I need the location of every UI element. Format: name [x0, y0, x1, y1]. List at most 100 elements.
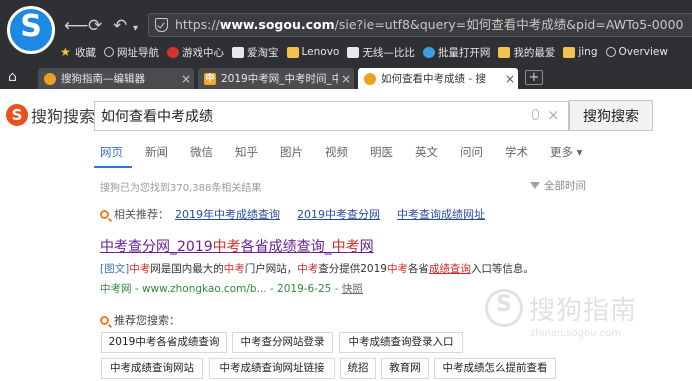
result-meta: 中考网 - www.zhongkao.com/b... - 2019-6-25 …	[100, 281, 363, 296]
tab-title: 搜狗指南—编辑器	[61, 73, 145, 85]
folder-icon	[563, 46, 576, 58]
address-url[interactable]: https://www.sogou.com/sie?ie=utf8&query=…	[175, 16, 684, 34]
undo-icon[interactable]: ↶	[113, 16, 127, 36]
recommend-chip[interactable]: 中考成绩查询网站	[101, 358, 203, 379]
search-box: ×	[94, 101, 569, 131]
desc-highlight: 成绩查询	[428, 263, 471, 275]
page-icon	[347, 46, 360, 58]
tab-medical[interactable]: 明医	[370, 144, 393, 160]
star-icon: ★	[60, 45, 71, 59]
tab-wechat[interactable]: 微信	[190, 144, 213, 160]
desc-highlight: 中考	[386, 263, 408, 275]
tab-strip: ⌂ 搜狗指南—编辑器 × 中 2019中考网_中考时间_中 × 如何查看中考成绩…	[0, 66, 692, 89]
search-input[interactable]	[95, 102, 515, 130]
watermark-text: 搜狗指南	[529, 295, 638, 326]
bookmark-item[interactable]: Lenovo	[286, 46, 339, 58]
tab-scholar[interactable]: 学术	[505, 144, 528, 160]
sogou-logo-icon: S	[6, 104, 28, 126]
tab-wenwen[interactable]: 问问	[460, 144, 483, 160]
close-icon[interactable]: ×	[178, 72, 194, 86]
clear-icon[interactable]: ×	[547, 106, 560, 124]
vertical-tabs: 网页 新闻 微信 知乎 图片 视频 明医 英文 问问 学术 更多 ▾	[100, 144, 604, 160]
tab-title: 如何查看中考成绩 - 搜	[381, 73, 486, 85]
tab-news[interactable]: 新闻	[145, 144, 168, 160]
desc-text: 入口等信息。	[470, 263, 534, 275]
bookmark-item[interactable]: 网址导航	[104, 45, 159, 60]
bookmark-item[interactable]: 批量打开网	[422, 45, 490, 60]
related-link[interactable]: 2019中考查分网	[297, 206, 380, 222]
recommend-label: 推荐您搜索：	[114, 314, 180, 327]
address-bar[interactable]: https://www.sogou.com/sie?ie=utf8&query=…	[148, 13, 692, 37]
desc-text: 各省	[407, 263, 429, 275]
bookmark-item[interactable]: 游戏中心	[167, 45, 224, 60]
refresh-icon[interactable]: ⟳	[88, 16, 102, 36]
tab-sogou-guide-editor[interactable]: 搜狗指南—编辑器 ×	[38, 68, 194, 89]
globe-icon	[104, 47, 114, 57]
microphone-icon[interactable]	[532, 109, 539, 120]
recommend-heading: 推荐您搜索：	[100, 312, 180, 328]
bookmark-item[interactable]: 爱淘宝	[232, 45, 279, 60]
active-tab-underline	[94, 166, 132, 168]
home-icon[interactable]: ⌂	[8, 69, 17, 85]
tab-web[interactable]: 网页	[100, 144, 123, 160]
recommend-chip[interactable]: 中考成绩怎么提前查看	[434, 358, 556, 379]
related-link[interactable]: 中考查询成绩网址	[397, 206, 485, 222]
close-icon[interactable]: ×	[338, 72, 354, 86]
related-label: 相关推荐：	[114, 208, 169, 221]
desc-text: 查分提供2019	[318, 263, 387, 275]
result-title-link[interactable]: 中考查分网_2019中考各省成绩查询_中考网	[100, 236, 374, 256]
tab-current-search[interactable]: 如何查看中考成绩 - 搜 ×	[358, 68, 518, 89]
time-filter-label: 全部时间	[544, 180, 586, 192]
browser-window: S ⟵ ⟳ ↶ ▾ https://www.sogou.com/sie?ie=u…	[0, 0, 692, 381]
bookmark-item[interactable]: Overview	[605, 46, 668, 58]
recommend-chip[interactable]: 2019中考各省成绩查询	[101, 332, 227, 353]
folder-icon	[286, 46, 299, 58]
search-icon	[100, 209, 109, 219]
recommend-chip[interactable]: 教育网	[381, 358, 429, 379]
game-icon	[167, 46, 179, 58]
desc-text: 网是国内最大的	[150, 263, 224, 275]
new-tab-button[interactable]: +	[525, 70, 543, 85]
back-icon[interactable]: ⟵	[64, 16, 88, 36]
desc-highlight: 中考	[129, 263, 151, 275]
related-link[interactable]: 2019年中考成绩查询	[175, 206, 280, 222]
bookmark-item[interactable]: jing	[563, 46, 598, 58]
watermark-url: zhinan.sogou.com	[530, 328, 622, 339]
tab-images[interactable]: 图片	[280, 144, 303, 160]
brand-text: 搜狗搜索	[31, 107, 96, 126]
tab-more-label: 更多	[550, 145, 573, 159]
browser-chrome: S ⟵ ⟳ ↶ ▾ https://www.sogou.com/sie?ie=u…	[0, 0, 692, 89]
time-filter[interactable]: 全部时间	[530, 178, 586, 193]
title-highlight: 中考	[331, 239, 360, 255]
filter-icon	[530, 182, 540, 189]
recommend-chip[interactable]: 中考成绩查询登录入口	[339, 332, 463, 353]
bookmark-item[interactable]: 无线—比比	[347, 45, 415, 60]
tab-english[interactable]: 英文	[415, 144, 438, 160]
recommend-chip[interactable]: 统招	[340, 358, 376, 379]
tab-zhongkao[interactable]: 中 2019中考网_中考时间_中 ×	[198, 68, 354, 89]
sogou-browser-logo-icon[interactable]: S	[7, 6, 55, 54]
image-text-tag: [图文]	[100, 263, 130, 275]
result-count: 搜狗已为您找到370,388条相关结果	[100, 183, 262, 194]
bookmark-item[interactable]: ★ 收藏	[60, 45, 96, 60]
related-searches: 相关推荐： 2019年中考成绩查询 2019中考查分网 中考查询成绩网址	[100, 206, 502, 222]
desc-highlight: 中考	[223, 263, 245, 275]
zhongkao-favicon-icon: 中	[204, 72, 216, 85]
tab-zhihu[interactable]: 知乎	[235, 144, 258, 160]
recommend-chip[interactable]: 中考成绩查询网址链接	[209, 358, 335, 379]
recommend-chip[interactable]: 中考查分网站登录	[232, 332, 333, 353]
download-icon	[422, 46, 435, 58]
sogou-search-logo[interactable]: S 搜狗搜索	[6, 103, 95, 127]
title-text: 中考查分网_2019	[100, 239, 213, 255]
chevron-down-icon[interactable]: ▾	[133, 19, 138, 39]
snapshot-link[interactable]: 快照	[342, 283, 363, 295]
search-button[interactable]: 搜狗搜索	[569, 100, 653, 131]
title-text: 网	[359, 239, 374, 255]
close-icon[interactable]: ×	[502, 72, 518, 86]
shield-icon	[155, 18, 168, 32]
tab-more[interactable]: 更多 ▾	[550, 144, 582, 160]
sogou-favicon-icon	[364, 72, 376, 85]
tab-video[interactable]: 视频	[325, 144, 348, 160]
sogou-favicon-icon	[44, 72, 56, 85]
bookmark-item[interactable]: 我的最爱	[498, 45, 555, 60]
